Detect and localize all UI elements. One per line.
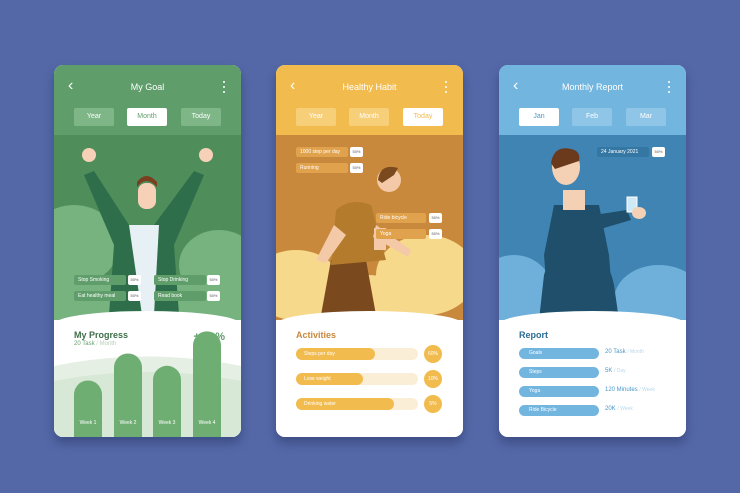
illustration-scene: 24 January 2021 50% (499, 135, 686, 320)
activity-track[interactable]: Steps per day (296, 348, 418, 360)
report-unit: / Week (639, 387, 655, 393)
period-tabs: Year Month Today (54, 108, 241, 126)
period-tabs: Year Month Today (276, 108, 463, 126)
more-options-icon[interactable] (667, 81, 671, 95)
week-label: Week 2 (119, 420, 137, 426)
more-options-icon[interactable] (444, 81, 448, 95)
report-value: 20K / Week (605, 406, 633, 412)
header: ‹ Healthy Habit Year Month Today (276, 65, 463, 135)
tab-mar[interactable]: Mar (626, 108, 666, 126)
habit-chip[interactable]: Running (296, 163, 348, 173)
habit-chip[interactable]: Stop Drinking (154, 275, 206, 285)
report-pill[interactable]: Yoga (519, 386, 599, 397)
habit-chip[interactable]: Yoga (376, 229, 426, 239)
habit-chip[interactable]: Eat healthy meal (74, 291, 126, 301)
header: ‹ Monthly Report Jan Feb Mar (499, 65, 686, 135)
date-chip[interactable]: 24 January 2021 (597, 147, 649, 157)
tab-today[interactable]: Today (403, 108, 443, 126)
header: ‹ My Goal Year Month Today (54, 65, 241, 135)
activity-percent-circle: 10% (424, 370, 442, 388)
activity-label: Drinking water (304, 401, 336, 407)
report-panel: Report Goals 20 Task / Month Steps 5K / Day… (499, 311, 686, 437)
section-title: Report (519, 330, 548, 340)
illustration-scene: Stop Smoking 50% Stop Drinking 50% Eat h… (54, 135, 241, 320)
page-title: My Goal (130, 82, 165, 92)
report-unit: / Week (617, 406, 633, 412)
activity-track[interactable]: Drinking water (296, 398, 418, 410)
activities-panel: Activities Steps per day 60% Lose weight 10… (276, 311, 463, 437)
report-value: 5K / Day (605, 368, 626, 374)
report-value: 120 Minutes / Week (605, 387, 655, 393)
habit-chip[interactable]: Stop Smoking (74, 275, 126, 285)
habit-percent: 50% (207, 291, 220, 301)
weekly-bars (54, 331, 241, 437)
habit-percent: 50% (350, 147, 363, 157)
report-unit: / Month (627, 349, 644, 355)
report-unit: / Day (614, 368, 626, 374)
tab-year[interactable]: Year (74, 108, 114, 126)
person-drinking-water-illustration (499, 148, 686, 320)
report-pill[interactable]: Steps (519, 367, 599, 378)
habit-percent: 50% (128, 291, 141, 301)
tab-jan[interactable]: Jan (519, 108, 559, 126)
report-value: 20 Task / Month (605, 349, 644, 355)
report-amount: 120 Minutes (605, 387, 640, 393)
activity-percent-circle: 5% (424, 395, 442, 413)
month-tabs: Jan Feb Mar (499, 108, 686, 126)
habit-percent: 50% (207, 275, 220, 285)
illustration-scene: 1000 step per day 50% Running 50% Ride b… (276, 135, 463, 320)
habit-percent: 50% (128, 275, 141, 285)
more-options-icon[interactable] (222, 81, 226, 95)
week-label: Week 1 (79, 420, 97, 426)
report-amount: 20 Task (605, 349, 628, 355)
activity-label: Lose weight (304, 376, 331, 382)
report-amount: 5K (605, 368, 615, 374)
habit-chip[interactable]: Ride bicycle (376, 213, 426, 223)
week-label: Week 3 (158, 420, 176, 426)
progress-panel: My Progress 20 Task / Month + 50% Week 1… (54, 311, 241, 437)
monthly-report-screen: ‹ Monthly Report Jan Feb Mar 24 January … (499, 65, 686, 437)
page-title: Healthy Habit (342, 82, 397, 92)
section-title: Activities (296, 330, 337, 340)
report-amount: 20K (605, 406, 618, 412)
date-percent: 50% (652, 147, 665, 157)
habit-percent: 50% (350, 163, 363, 173)
activity-track[interactable]: Lose weight (296, 373, 418, 385)
tab-month[interactable]: Month (127, 108, 167, 126)
habit-chip[interactable]: Read book (154, 291, 206, 301)
tab-feb[interactable]: Feb (572, 108, 612, 126)
week-bar[interactable] (74, 380, 102, 437)
tab-today[interactable]: Today (181, 108, 221, 126)
activity-percent-circle: 60% (424, 345, 442, 363)
report-pill[interactable]: Ride Bicycle (519, 405, 599, 416)
week-bar[interactable] (153, 365, 181, 437)
tab-month[interactable]: Month (349, 108, 389, 126)
habit-percent: 50% (429, 229, 442, 239)
healthy-habit-screen: ‹ Healthy Habit Year Month Today 1000 st… (276, 65, 463, 437)
habit-percent: 50% (429, 213, 442, 223)
habit-chip[interactable]: 1000 step per day (296, 147, 348, 157)
tab-year[interactable]: Year (296, 108, 336, 126)
week-label: Week 4 (198, 420, 216, 426)
activity-label: Steps per day (304, 351, 335, 357)
page-title: Monthly Report (561, 82, 624, 92)
report-pill[interactable]: Goals (519, 348, 599, 359)
my-goal-screen: ‹ My Goal Year Month Today Stop Smoking … (54, 65, 241, 437)
